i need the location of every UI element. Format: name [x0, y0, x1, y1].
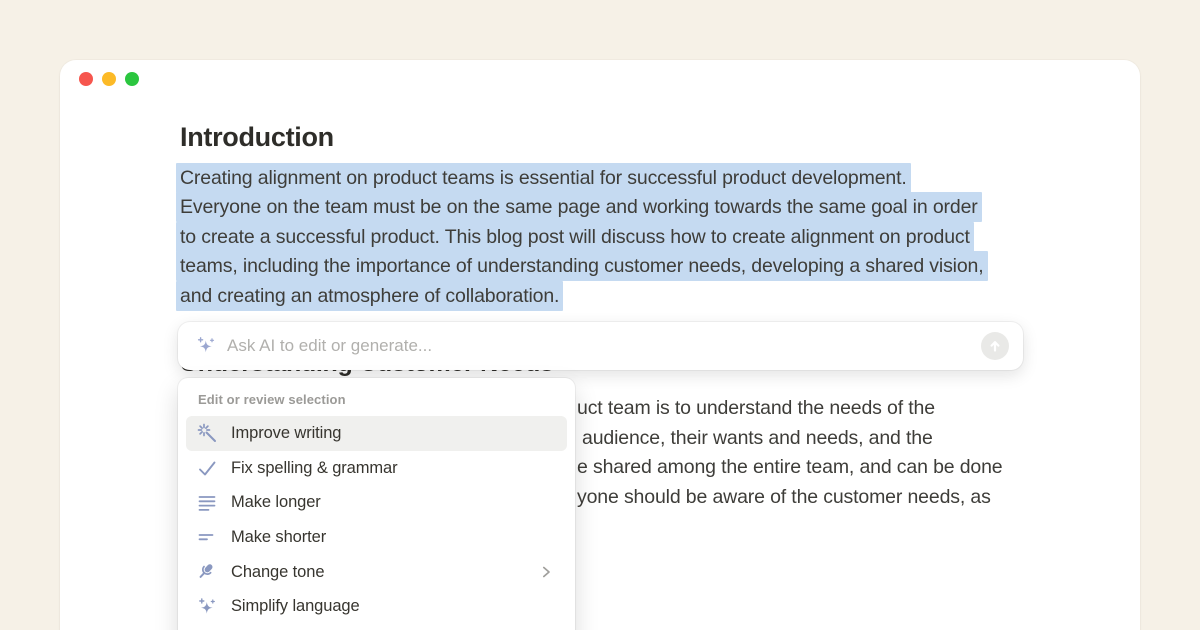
menu-item-change-tone[interactable]: Change tone [186, 555, 567, 590]
selected-paragraph[interactable]: Creating alignment on product teams is e… [176, 167, 988, 314]
menu-item-simplify-language[interactable]: Simplify language [186, 589, 567, 624]
menu-item-label: Improve writing [231, 424, 341, 443]
menu-item-label: Change tone [231, 563, 324, 582]
ai-sparkle-icon [195, 335, 217, 357]
menu-item-fix-spelling[interactable]: Fix spelling & grammar [186, 451, 567, 486]
menu-item-label: Simplify language [231, 597, 360, 616]
page-background: { "window": { "traffic_lights": { "close… [0, 0, 1200, 630]
paragraph-line: yone should be aware of the customer nee… [577, 486, 991, 509]
menu-item-make-longer[interactable]: Make longer [186, 485, 567, 520]
window-controls [79, 72, 139, 86]
menu-item-label: Make shorter [231, 528, 326, 547]
page-title: Introduction [180, 122, 334, 153]
menu-section-label: Edit or review selection [186, 392, 567, 407]
ask-ai-bar [178, 322, 1023, 370]
app-window: Introduction Creating alignment on produ… [60, 60, 1140, 630]
menu-item-make-shorter[interactable]: Make shorter [186, 520, 567, 555]
menu-item-label: Fix spelling & grammar [231, 459, 398, 478]
microphone-icon [196, 561, 218, 583]
check-icon [196, 457, 218, 479]
zoom-window-button[interactable] [125, 72, 139, 86]
minimize-window-button[interactable] [102, 72, 116, 86]
submit-button[interactable] [981, 332, 1009, 360]
menu-item-improve-writing[interactable]: Improve writing [186, 416, 567, 451]
chevron-right-icon [537, 563, 555, 581]
menu-item-label: Make longer [231, 493, 321, 512]
improve-writing-icon [196, 422, 218, 444]
ai-actions-menu: Edit or review selection Improve writing… [178, 378, 575, 630]
ask-ai-input[interactable] [227, 336, 981, 356]
make-shorter-icon [196, 526, 218, 548]
paragraph-line: uct team is to understand the needs of t… [577, 397, 935, 420]
selected-text-line: and creating an atmosphere of collaborat… [176, 285, 988, 314]
arrow-up-icon [987, 338, 1003, 354]
close-window-button[interactable] [79, 72, 93, 86]
paragraph-line: e shared among the entire team, and can … [577, 456, 1003, 479]
make-longer-icon [196, 492, 218, 514]
sparkle-icon [196, 596, 218, 618]
paragraph-line: audience, their wants and needs, and the [582, 427, 933, 450]
